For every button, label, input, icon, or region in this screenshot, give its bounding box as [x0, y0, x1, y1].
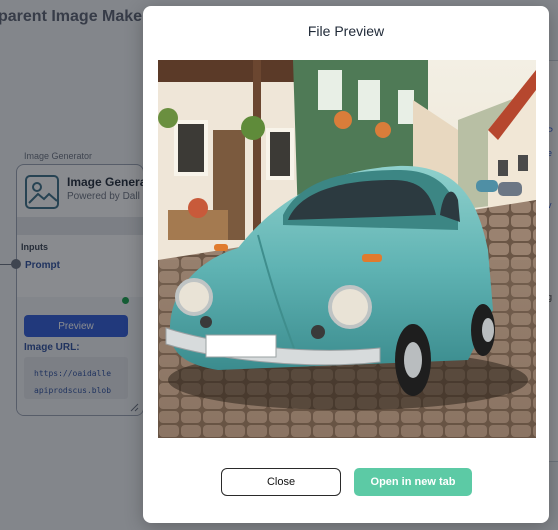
close-button[interactable]: Close — [221, 468, 341, 496]
modal-title: File Preview — [307, 23, 385, 39]
file-preview-modal: File Preview Close Open in new tab — [143, 6, 549, 523]
preview-image — [158, 60, 536, 438]
car-illustration — [158, 60, 536, 438]
open-in-new-tab-button[interactable]: Open in new tab — [354, 468, 472, 496]
